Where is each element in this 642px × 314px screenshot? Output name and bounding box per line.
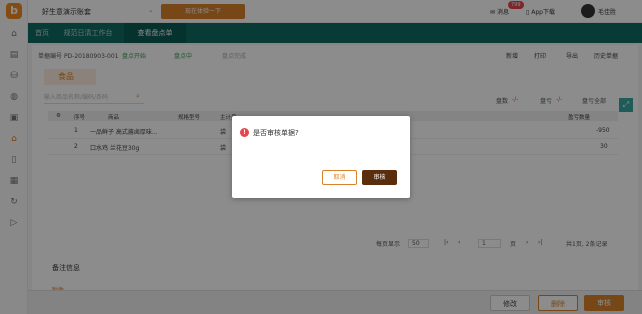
dialog-message: 是否审核单据?	[253, 129, 299, 137]
confirm-dialog: ! 是否审核单据? 取消 审核	[232, 116, 410, 198]
cancel-button[interactable]: 取消	[322, 170, 357, 185]
warning-icon: !	[240, 128, 249, 137]
confirm-audit-button[interactable]: 审核	[362, 170, 397, 185]
